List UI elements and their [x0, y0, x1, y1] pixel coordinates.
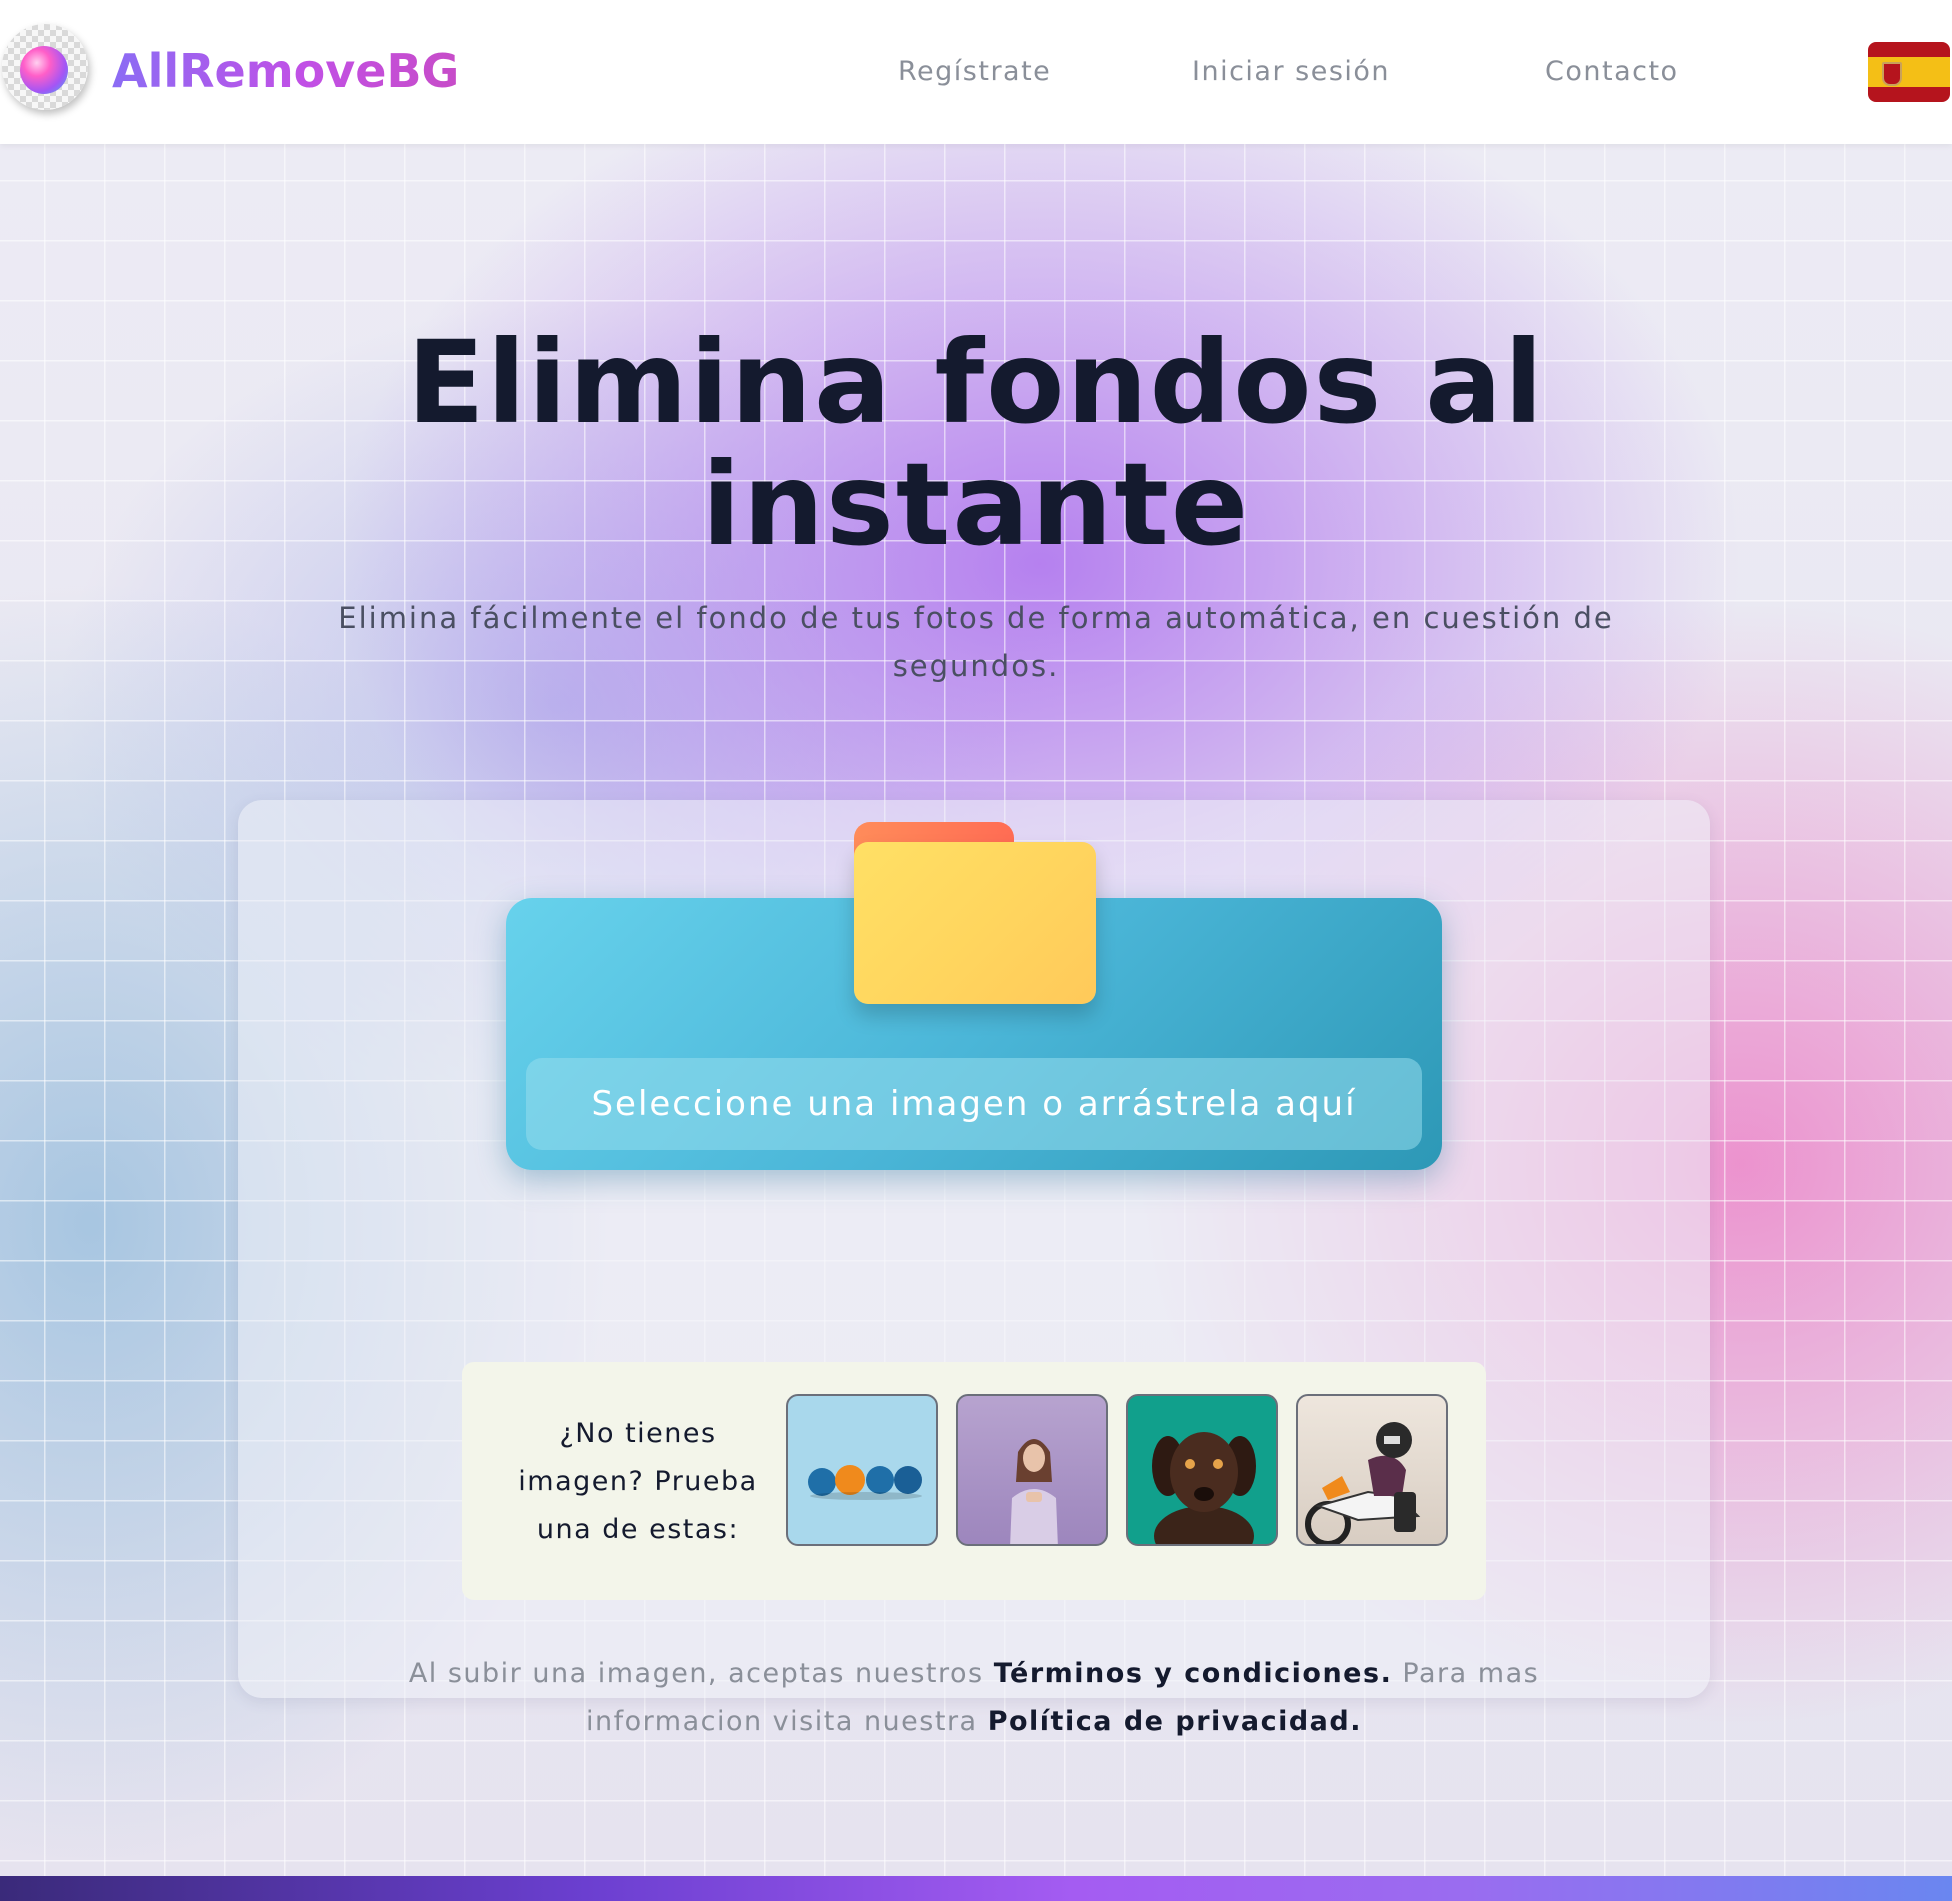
- site-header: AllRemoveBG Regístrate Iniciar sesión Co…: [0, 0, 1952, 144]
- select-image-button[interactable]: Seleccione una imagen o arrástrela aquí: [526, 1058, 1422, 1150]
- title-line-1: Elimina fondos al: [406, 316, 1546, 449]
- title-line-2: instante: [701, 438, 1251, 571]
- sample-image-balls[interactable]: [786, 1394, 938, 1546]
- dog-illustration: [1152, 1432, 1256, 1544]
- spain-flag-icon[interactable]: [1868, 42, 1950, 102]
- folder-body: [854, 842, 1096, 1004]
- terms-notice: Al subir una imagen, aceptas nuestros Té…: [318, 1650, 1630, 1746]
- brand-name[interactable]: AllRemoveBG: [112, 44, 459, 98]
- nav-contact-link[interactable]: Contacto: [1545, 56, 1679, 87]
- sample-image-dog[interactable]: [1126, 1394, 1278, 1546]
- samples-prompt: ¿No tienes imagen? Prueba una de estas:: [518, 1418, 758, 1545]
- nav-register-link[interactable]: Regístrate: [898, 56, 1051, 87]
- sample-image-woman[interactable]: [956, 1394, 1108, 1546]
- terms-text-1: Al subir una imagen, aceptas nuestros: [408, 1658, 984, 1689]
- bottom-gradient-bar: [0, 1876, 1952, 1901]
- sample-image-motorcycle[interactable]: [1296, 1394, 1448, 1546]
- logo-icon[interactable]: [2, 24, 88, 110]
- woman-illustration: [1010, 1439, 1058, 1544]
- logo-orb: [20, 46, 68, 94]
- flag-emblem: [1882, 62, 1902, 86]
- page-title: Elimina fondos al instante: [0, 322, 1952, 566]
- hero-section: Elimina fondos al instante Elimina fácil…: [0, 144, 1952, 1876]
- nav-login-link[interactable]: Iniciar sesión: [1192, 56, 1390, 87]
- upload-card: Seleccione una imagen o arrástrela aquí …: [238, 800, 1710, 1737]
- page-subtitle: Elimina fácilmente el fondo de tus fotos…: [338, 601, 1614, 683]
- sample-images-panel: ¿No tienes imagen? Prueba una de estas:: [462, 1362, 1486, 1600]
- folder-icon[interactable]: [854, 822, 1096, 1006]
- motorcycle-illustration: [1305, 1422, 1421, 1544]
- privacy-link[interactable]: Política de privacidad.: [988, 1706, 1362, 1737]
- balls-illustration: [808, 1465, 922, 1500]
- terms-link[interactable]: Términos y condiciones.: [994, 1658, 1393, 1689]
